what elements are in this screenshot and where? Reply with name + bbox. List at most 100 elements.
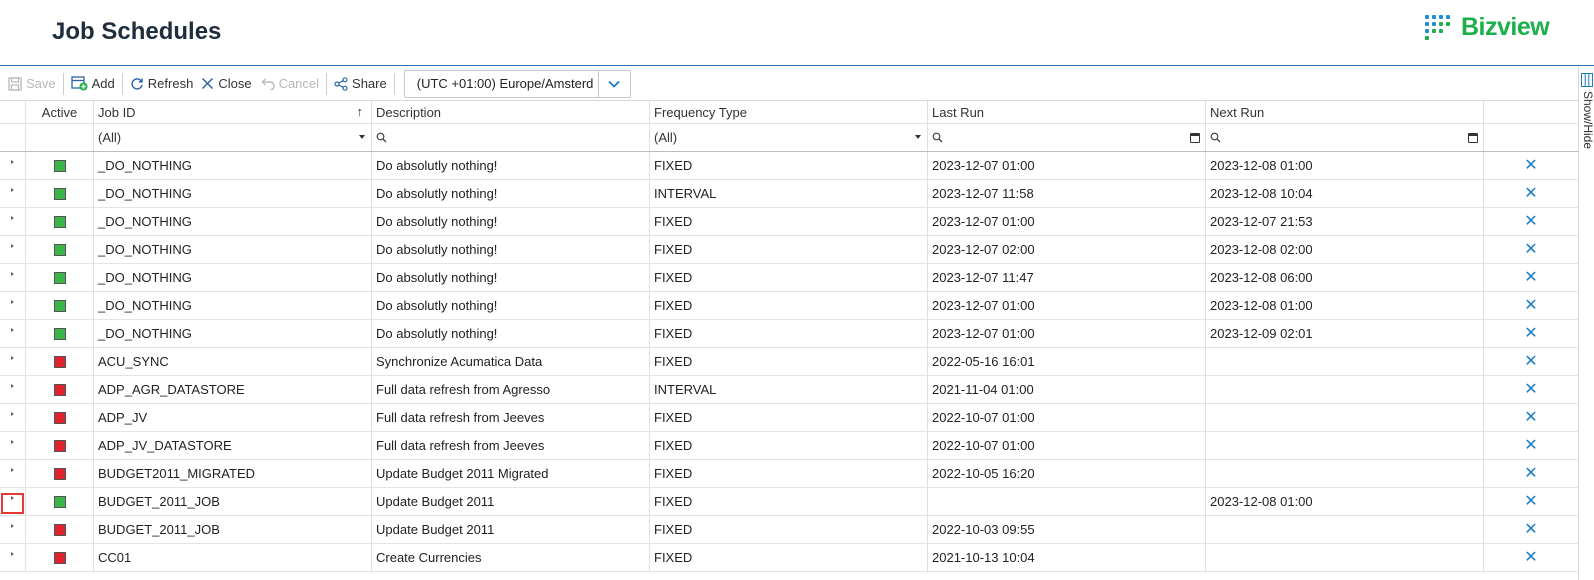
table-row[interactable]: ADP_AGR_DATASTORE Full data refresh from …: [0, 376, 1578, 404]
refresh-button[interactable]: Refresh: [126, 71, 198, 97]
job-id-cell: _DO_NOTHING: [94, 320, 372, 347]
next-run-cell: 2023-12-08 01:00: [1206, 488, 1484, 515]
status-indicator-icon: [53, 243, 66, 256]
calendar-icon[interactable]: [1190, 133, 1200, 143]
delete-x-icon: ✕: [1524, 296, 1538, 314]
chevron-down-icon[interactable]: [597, 70, 630, 97]
show-hide-panel[interactable]: Show/Hide: [1578, 67, 1594, 580]
status-indicator-icon: [53, 355, 66, 368]
description-filter-input[interactable]: [372, 124, 650, 151]
header-last-run[interactable]: Last Run: [928, 101, 1206, 123]
table-row[interactable]: _DO_NOTHING Do absolutly nothing! FIXED 202…: [0, 292, 1578, 320]
expand-row-toggle[interactable]: [0, 264, 26, 291]
undo-icon: [261, 78, 275, 90]
header-description[interactable]: Description: [372, 101, 650, 123]
grid-filter-row: (All) (All): [0, 124, 1578, 152]
expand-row-toggle[interactable]: [0, 376, 26, 403]
description-cell: Do absolutly nothing!: [372, 292, 650, 319]
table-row[interactable]: ADP_JV Full data refresh from Jeeves FIXED…: [0, 404, 1578, 432]
delete-row-button[interactable]: ✕: [1484, 208, 1578, 235]
delete-row-button[interactable]: ✕: [1484, 348, 1578, 375]
description-cell: Do absolutly nothing!: [372, 320, 650, 347]
last-run-filter-input[interactable]: [928, 124, 1206, 151]
timezone-select[interactable]: (UTC +01:00) Europe/Amsterd: [403, 69, 631, 98]
table-row[interactable]: BUDGET_2011_JOB Update Budget 2011 FIXED 20…: [0, 488, 1578, 516]
dropdown-caret-icon: [359, 135, 365, 139]
expand-row-toggle[interactable]: [0, 152, 26, 179]
expand-arrow-icon: [11, 271, 14, 276]
delete-row-button[interactable]: ✕: [1484, 292, 1578, 319]
calendar-icon[interactable]: [1468, 133, 1478, 143]
status-indicator-icon: [53, 467, 66, 480]
job-id-cell: _DO_NOTHING: [94, 264, 372, 291]
delete-row-button[interactable]: ✕: [1484, 180, 1578, 207]
table-row[interactable]: CC01 Create Currencies FIXED 2021-10-13 10:…: [0, 544, 1578, 572]
delete-row-button[interactable]: ✕: [1484, 152, 1578, 179]
frequency-filter-dropdown[interactable]: (All): [650, 124, 928, 151]
expand-row-toggle[interactable]: [0, 236, 26, 263]
delete-row-button[interactable]: ✕: [1484, 264, 1578, 291]
expand-row-toggle[interactable]: [0, 460, 26, 487]
next-run-filter-input[interactable]: [1206, 124, 1484, 151]
frequency-cell: FIXED: [650, 544, 928, 571]
expand-row-toggle[interactable]: [0, 488, 26, 515]
status-indicator-icon: [53, 383, 66, 396]
expand-arrow-icon: [11, 159, 14, 164]
delete-row-button[interactable]: ✕: [1484, 544, 1578, 571]
table-row[interactable]: ACU_SYNC Synchronize Acumatica Data FIXED 2…: [0, 348, 1578, 376]
table-row[interactable]: ADP_JV_DATASTORE Full data refresh from J…: [0, 432, 1578, 460]
expand-row-toggle[interactable]: [0, 432, 26, 459]
delete-row-button[interactable]: ✕: [1484, 236, 1578, 263]
delete-row-button[interactable]: ✕: [1484, 404, 1578, 431]
table-row[interactable]: _DO_NOTHING Do absolutly nothing! FIXED 202…: [0, 208, 1578, 236]
delete-x-icon: ✕: [1524, 464, 1538, 482]
expand-arrow-icon: [11, 355, 14, 360]
status-indicator-icon: [53, 271, 66, 284]
header-job-id[interactable]: Job ID ↑: [94, 101, 372, 123]
status-indicator-icon: [53, 495, 66, 508]
job-id-filter-dropdown[interactable]: (All): [94, 124, 372, 151]
delete-x-icon: ✕: [1524, 184, 1538, 202]
job-id-cell: _DO_NOTHING: [94, 208, 372, 235]
expand-row-toggle[interactable]: [0, 544, 26, 571]
header-job-id-label: Job ID: [98, 104, 136, 120]
add-icon: [70, 76, 88, 91]
expand-row-toggle[interactable]: [0, 348, 26, 375]
expand-row-toggle[interactable]: [0, 320, 26, 347]
table-row[interactable]: _DO_NOTHING Do absolutly nothing! INTERVAL…: [0, 180, 1578, 208]
delete-row-button[interactable]: ✕: [1484, 376, 1578, 403]
save-button[interactable]: Save: [4, 71, 60, 97]
table-row[interactable]: _DO_NOTHING Do absolutly nothing! FIXED 202…: [0, 320, 1578, 348]
expand-row-toggle[interactable]: [0, 516, 26, 543]
header-next-run[interactable]: Next Run: [1206, 101, 1484, 123]
expand-arrow-icon: [11, 523, 14, 528]
table-row[interactable]: BUDGET_2011_JOB Update Budget 2011 FIXED 20…: [0, 516, 1578, 544]
cancel-button[interactable]: Cancel: [256, 71, 323, 97]
last-run-cell: 2023-12-07 01:00: [928, 152, 1206, 179]
expand-row-toggle[interactable]: [0, 292, 26, 319]
job-schedules-grid: Active Job ID ↑ Description Frequency Ty…: [0, 100, 1578, 572]
logo-dots-icon: [1423, 13, 1451, 41]
header-frequency-type[interactable]: Frequency Type: [650, 101, 928, 123]
toolbar-divider: [326, 72, 328, 95]
delete-row-button[interactable]: ✕: [1484, 460, 1578, 487]
delete-row-button[interactable]: ✕: [1484, 516, 1578, 543]
table-row[interactable]: _DO_NOTHING Do absolutly nothing! FIXED 202…: [0, 152, 1578, 180]
expand-row-toggle[interactable]: [0, 404, 26, 431]
last-run-cell: 2022-05-16 16:01: [928, 348, 1206, 375]
header-active[interactable]: Active: [26, 101, 94, 123]
share-button[interactable]: Share: [330, 71, 391, 97]
delete-row-button[interactable]: ✕: [1484, 488, 1578, 515]
table-row[interactable]: BUDGET2011_MIGRATED Update Budget 2011 Mi…: [0, 460, 1578, 488]
table-row[interactable]: _DO_NOTHING Do absolutly nothing! FIXED 202…: [0, 236, 1578, 264]
table-row[interactable]: _DO_NOTHING Do absolutly nothing! FIXED 202…: [0, 264, 1578, 292]
expand-row-toggle[interactable]: [0, 180, 26, 207]
add-button[interactable]: Add: [67, 71, 119, 97]
delete-row-button[interactable]: ✕: [1484, 432, 1578, 459]
status-indicator-icon: [53, 327, 66, 340]
expand-row-toggle[interactable]: [0, 208, 26, 235]
close-button[interactable]: Close: [197, 71, 255, 97]
last-run-cell: 2022-10-07 01:00: [928, 432, 1206, 459]
delete-row-button[interactable]: ✕: [1484, 320, 1578, 347]
close-icon: [202, 77, 214, 90]
